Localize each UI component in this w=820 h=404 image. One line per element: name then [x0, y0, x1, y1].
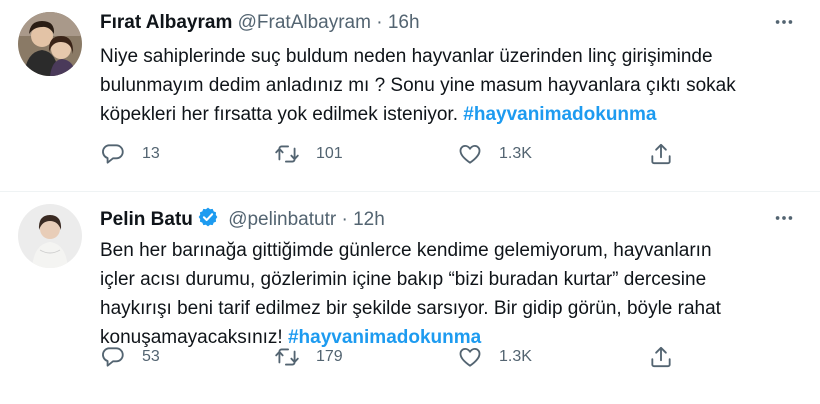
tweet[interactable]: Fırat Albayram @FratAlbayram · 16h Niye … — [0, 0, 820, 191]
verified-badge-icon — [198, 207, 218, 227]
tweet-text-line: bulunmayım dedim anladınız mı ? Sonu yin… — [100, 75, 736, 96]
reply-button[interactable]: 13 — [100, 139, 160, 169]
hashtag-link[interactable]: #hayvanimadokunma — [463, 104, 656, 125]
share-button[interactable] — [648, 139, 674, 169]
display-name[interactable]: Pelin Batu — [100, 209, 193, 230]
tweet-text-line: haykırışı beni tarif edilmez bir şekilde… — [100, 298, 721, 319]
retweet-button[interactable]: 179 — [274, 342, 343, 372]
timestamp[interactable]: 12h — [353, 209, 385, 230]
tweet[interactable]: Pelin Batu @pelinbatutr · 12h Ben her ba… — [0, 191, 820, 382]
like-button[interactable]: 1.3K — [457, 139, 532, 169]
more-icon — [775, 20, 793, 24]
handle[interactable]: @pelinbatutr — [228, 209, 336, 230]
separator-dot: · — [376, 12, 383, 33]
reply-icon — [102, 144, 124, 164]
share-button[interactable] — [648, 342, 674, 372]
tweet-text-line: Ben her barınağa gittiğimde günlerce ken… — [100, 240, 712, 261]
display-name[interactable]: Fırat Albayram — [100, 12, 232, 33]
tweet-text-fragment: köpekleri her fırsatta yok edilmek isten… — [100, 104, 464, 125]
tweet-text-line: Niye sahiplerinde suç buldum neden hayva… — [100, 46, 713, 67]
avatar-photo-icon — [18, 12, 82, 76]
avatar[interactable] — [18, 204, 82, 268]
avatar-photo-icon — [18, 204, 82, 268]
heart-icon — [459, 347, 481, 367]
separator-dot: · — [341, 209, 348, 230]
like-count: 1.3K — [499, 145, 532, 162]
retweet-count: 179 — [316, 348, 343, 365]
reply-count: 13 — [142, 145, 160, 162]
tweet-text: Ben her barınağa gittiğimde günlerce ken… — [100, 236, 790, 352]
tweet-text-line: içler acısı durumu, gözlerimin içine bak… — [100, 269, 707, 290]
tweet-actions: 13 101 1.3K — [100, 139, 820, 169]
more-options-button[interactable] — [770, 204, 798, 232]
tweet-actions: 53 179 1.3K — [100, 342, 820, 372]
retweet-icon — [275, 145, 299, 163]
like-count: 1.3K — [499, 348, 532, 365]
reply-icon — [102, 347, 124, 367]
tweet-header: Pelin Batu @pelinbatutr · 12h — [100, 206, 385, 233]
avatar[interactable] — [18, 12, 82, 76]
retweet-button[interactable]: 101 — [274, 139, 343, 169]
share-icon — [651, 346, 671, 368]
retweet-count: 101 — [316, 145, 343, 162]
retweet-icon — [275, 348, 299, 366]
tweet-text: Niye sahiplerinde suç buldum neden hayva… — [100, 42, 790, 129]
reply-count: 53 — [142, 348, 160, 365]
tweet-header: Fırat Albayram @FratAlbayram · 16h — [100, 10, 420, 36]
tweet-text-line: köpekleri her fırsatta yok edilmek isten… — [100, 100, 790, 129]
like-button[interactable]: 1.3K — [457, 342, 532, 372]
more-options-button[interactable] — [770, 8, 798, 36]
more-icon — [775, 216, 793, 220]
handle[interactable]: @FratAlbayram — [238, 12, 371, 33]
reply-button[interactable]: 53 — [100, 342, 160, 372]
timestamp[interactable]: 16h — [388, 12, 420, 33]
share-icon — [651, 143, 671, 165]
heart-icon — [459, 144, 481, 164]
